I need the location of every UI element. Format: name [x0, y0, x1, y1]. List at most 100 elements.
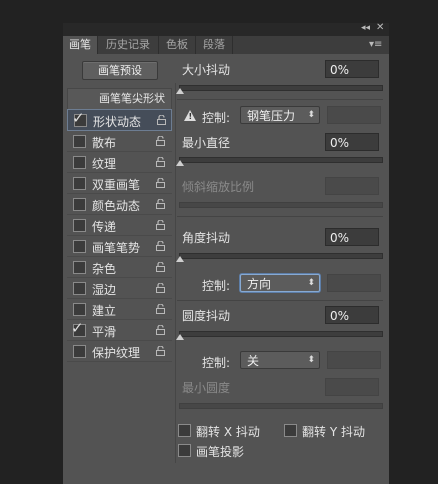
- brush-tip-shape-header[interactable]: 画笔笔尖形状: [67, 88, 172, 109]
- size-jitter-input[interactable]: 0%: [325, 60, 379, 78]
- brush-option-checkbox[interactable]: [73, 345, 86, 358]
- size-jitter-slider[interactable]: [179, 85, 383, 91]
- checkmark-icon: ✓: [72, 109, 85, 127]
- control-select-off[interactable]: 关 ⬍: [240, 351, 320, 369]
- min-roundness-slider: [179, 403, 383, 409]
- select-arrow-icon: ⬍: [307, 110, 315, 120]
- brush-option-checkbox[interactable]: [73, 261, 86, 274]
- control-select-direction[interactable]: 方向 ⬍: [240, 274, 320, 292]
- lock-icon[interactable]: [156, 136, 165, 146]
- brush-option-item[interactable]: 画笔笔势: [67, 236, 172, 257]
- brush-option-checkbox[interactable]: [73, 240, 86, 253]
- brush-option-label: 建立: [92, 304, 117, 318]
- divider: [177, 99, 383, 100]
- tab-history[interactable]: 历史记录: [98, 36, 159, 54]
- control-select-value: 关: [247, 354, 260, 368]
- divider: [177, 216, 383, 217]
- lock-icon[interactable]: [156, 304, 165, 314]
- roundness-jitter-label: 圆度抖动: [182, 309, 231, 323]
- flip-x-checkbox[interactable]: [178, 424, 191, 437]
- lock-icon[interactable]: [156, 220, 165, 230]
- select-arrow-icon: ⬍: [307, 278, 315, 288]
- tab-brush[interactable]: 画笔: [63, 36, 98, 54]
- min-diameter-slider-thumb[interactable]: [176, 160, 184, 166]
- brush-option-item[interactable]: ✓ 平滑: [67, 319, 172, 341]
- tab-paragraph[interactable]: 段落: [196, 36, 233, 54]
- angle-jitter-slider-thumb[interactable]: [176, 256, 184, 262]
- brush-option-item[interactable]: 传递: [67, 215, 172, 236]
- panel-titlebar: ◂◂ ✕: [63, 22, 389, 36]
- brush-option-item[interactable]: 湿边: [67, 278, 172, 299]
- brush-option-checkbox[interactable]: [73, 303, 86, 316]
- flip-y-checkbox[interactable]: [284, 424, 297, 437]
- angle-jitter-input[interactable]: 0%: [325, 228, 379, 246]
- tab-bar: 画笔 历史记录 色板 段落 ▾≡: [63, 36, 389, 54]
- brush-option-item[interactable]: 纹理: [67, 152, 172, 173]
- brush-projection-label: 画笔投影: [196, 445, 245, 459]
- brush-option-item[interactable]: ✓ 形状动态: [67, 109, 172, 131]
- lock-icon[interactable]: [156, 178, 165, 188]
- divider: [177, 300, 383, 301]
- lock-icon[interactable]: [156, 157, 165, 167]
- brush-option-checkbox[interactable]: [73, 135, 86, 148]
- brush-option-checkbox[interactable]: [73, 198, 86, 211]
- select-arrow-icon: ⬍: [307, 355, 315, 365]
- flip-y-label: 翻转 Y 抖动: [302, 425, 365, 439]
- lock-icon[interactable]: [156, 325, 165, 335]
- brush-option-item[interactable]: 双重画笔: [67, 173, 172, 194]
- collapse-icon[interactable]: ◂◂: [361, 23, 370, 33]
- tilt-scale-slider: [179, 202, 383, 208]
- lock-icon[interactable]: [157, 115, 166, 125]
- brush-option-label: 湿边: [92, 283, 117, 297]
- panel-menu-icon[interactable]: ▾≡: [369, 39, 382, 50]
- lock-icon[interactable]: [156, 199, 165, 209]
- roundness-jitter-slider[interactable]: [179, 331, 383, 337]
- checkmark-icon: ✓: [71, 319, 84, 337]
- brush-option-checkbox[interactable]: [73, 219, 86, 232]
- angle-jitter-slider[interactable]: [179, 253, 383, 259]
- brush-option-checkbox[interactable]: [73, 177, 86, 190]
- brush-option-item[interactable]: 建立: [67, 299, 172, 320]
- size-jitter-slider-thumb[interactable]: [176, 88, 184, 94]
- control-aux-field: [327, 106, 381, 124]
- control-select-value: 方向: [247, 277, 272, 291]
- flip-x-label: 翻转 X 抖动: [196, 425, 260, 439]
- control-label: 控制:: [202, 111, 231, 125]
- brush-option-checkbox[interactable]: [73, 282, 86, 295]
- size-jitter-label: 大小抖动: [182, 63, 231, 77]
- brush-option-label: 传递: [92, 220, 117, 234]
- brush-option-item[interactable]: 保护纹理: [67, 341, 172, 362]
- brush-settings-list: 画笔笔尖形状 ✓ 形状动态散布纹理双重画笔颜色动态传递画笔笔势杂色湿边建立 ✓ 平滑保…: [67, 88, 172, 362]
- roundness-jitter-input[interactable]: 0%: [325, 306, 379, 324]
- lock-icon[interactable]: [156, 241, 165, 251]
- tilt-scale-label: 倾斜缩放比例: [182, 180, 255, 194]
- control-label: 控制:: [202, 356, 231, 370]
- brush-presets-button[interactable]: 画笔预设: [82, 61, 158, 80]
- brush-option-item[interactable]: 杂色: [67, 257, 172, 278]
- brush-option-label: 颜色动态: [92, 199, 141, 213]
- min-diameter-slider[interactable]: [179, 157, 383, 163]
- column-divider: [175, 83, 176, 463]
- brush-option-label: 散布: [92, 136, 117, 150]
- brush-option-label: 画笔笔势: [92, 241, 141, 255]
- lock-icon[interactable]: [156, 283, 165, 293]
- lock-icon[interactable]: [156, 262, 165, 272]
- brush-option-item[interactable]: 散布: [67, 131, 172, 152]
- roundness-jitter-slider-thumb[interactable]: [176, 334, 184, 340]
- min-diameter-label: 最小直径: [182, 136, 231, 150]
- brush-projection-checkbox[interactable]: [178, 444, 191, 457]
- brush-option-label: 纹理: [92, 157, 117, 171]
- lock-icon[interactable]: [156, 346, 165, 356]
- brush-option-label: 保护纹理: [92, 346, 141, 360]
- control-aux-field: [327, 351, 381, 369]
- brush-option-label: 形状动态: [93, 115, 142, 129]
- min-roundness-input: [325, 378, 379, 396]
- tab-swatches[interactable]: 色板: [159, 36, 196, 54]
- close-icon[interactable]: ✕: [376, 22, 384, 33]
- min-diameter-input[interactable]: 0%: [325, 133, 379, 151]
- brush-option-checkbox[interactable]: [73, 156, 86, 169]
- brush-option-item[interactable]: 颜色动态: [67, 194, 172, 215]
- control-select-pen-pressure[interactable]: 钢笔压力 ⬍: [240, 106, 320, 124]
- angle-jitter-label: 角度抖动: [182, 231, 231, 245]
- brush-option-label: 杂色: [92, 262, 117, 276]
